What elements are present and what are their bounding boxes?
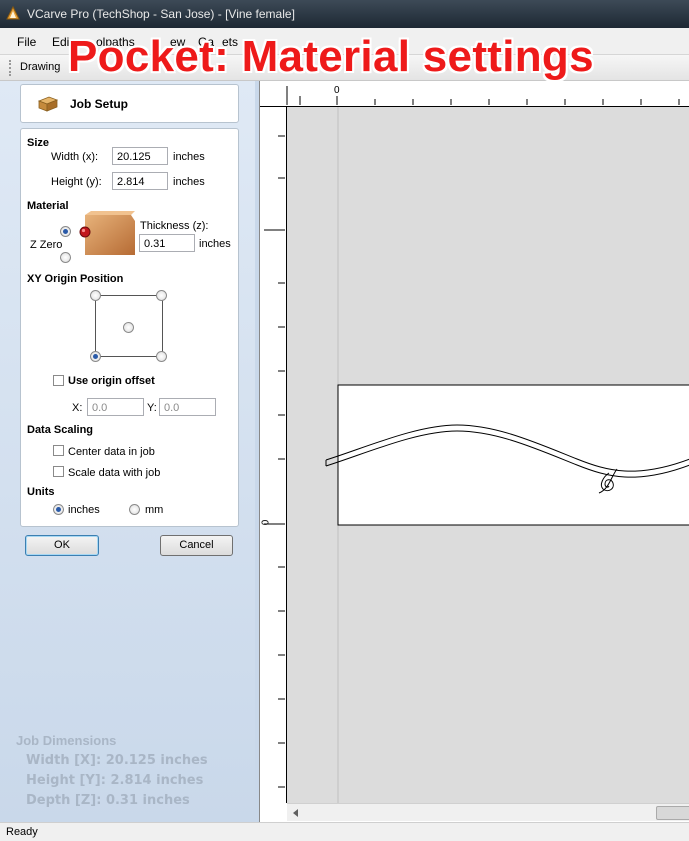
job-setup-header: Job Setup xyxy=(20,84,239,123)
data-scaling-heading: Data Scaling xyxy=(27,424,94,436)
toolbar-grip[interactable] xyxy=(9,60,13,76)
scale-data-label: Scale data with job xyxy=(68,467,161,479)
thickness-label: Thickness (z): xyxy=(140,220,209,232)
z-zero-top-radio[interactable] xyxy=(60,226,71,237)
xy-origin-heading: XY Origin Position xyxy=(27,273,124,285)
origin-bottom-right-radio[interactable] xyxy=(156,351,167,362)
job-setup-panel: Job Setup Size Width (x): 20.125 inches … xyxy=(0,81,255,822)
ruler-top-zero: 0 xyxy=(334,85,340,96)
height-label: Height (y): xyxy=(51,176,102,188)
job-setup-form: Size Width (x): 20.125 inches Height (y)… xyxy=(20,128,239,527)
size-heading: Size xyxy=(27,137,50,149)
job-dimension-height: Height [Y]: 2.814 inches xyxy=(26,773,204,788)
height-input[interactable]: 2.814 xyxy=(112,172,168,190)
material-block-icon xyxy=(37,96,59,112)
menu-edit[interactable]: Edi xyxy=(52,35,69,49)
height-units: inches xyxy=(173,176,205,188)
use-origin-offset-checkbox[interactable] xyxy=(53,375,64,386)
scroll-left-arrow-icon[interactable] xyxy=(291,808,301,818)
origin-bottom-left-radio[interactable] xyxy=(90,351,101,362)
thickness-input[interactable]: 0.31 xyxy=(139,234,195,252)
drawing-view: 0 0 xyxy=(259,81,689,822)
job-dimensions-title: Job Dimensions xyxy=(16,733,117,748)
width-units: inches xyxy=(173,151,205,163)
units-inches-radio[interactable] xyxy=(53,504,64,515)
origin-center-radio[interactable] xyxy=(123,322,134,333)
drawing-canvas[interactable] xyxy=(287,107,689,803)
scroll-thumb[interactable] xyxy=(656,806,689,820)
units-mm-radio[interactable] xyxy=(129,504,140,515)
title-bar: VCarve Pro (TechShop - San Jose) - [Vine… xyxy=(0,0,689,28)
job-dimension-depth: Depth [Z]: 0.31 inches xyxy=(26,793,190,808)
material-heading: Material xyxy=(27,200,69,212)
ruler-vertical-ticks xyxy=(264,135,285,788)
ruler-vertical: 0 xyxy=(260,107,287,803)
units-heading: Units xyxy=(27,486,55,498)
scale-data-checkbox[interactable] xyxy=(53,466,64,477)
units-inches-label: inches xyxy=(68,504,100,516)
offset-x-input[interactable]: 0.0 xyxy=(87,398,144,416)
menu-file[interactable]: File xyxy=(17,35,36,49)
cancel-button[interactable]: Cancel xyxy=(160,535,233,556)
overlay-caption: Pocket: Material settings xyxy=(68,32,594,81)
ok-button[interactable]: OK xyxy=(25,535,99,556)
ruler-horizontal: 0 xyxy=(260,81,689,107)
units-mm-label: mm xyxy=(145,504,164,516)
material-block-icon xyxy=(79,211,135,255)
vcarve-app-icon[interactable] xyxy=(6,6,20,20)
z-zero-bottom-radio[interactable] xyxy=(60,252,71,263)
status-bar: Ready xyxy=(0,822,689,841)
status-text: Ready xyxy=(6,826,38,838)
thickness-units: inches xyxy=(199,238,231,250)
ruler-left-zero: 0 xyxy=(260,519,272,526)
origin-top-left-radio[interactable] xyxy=(90,290,101,301)
job-setup-title: Job Setup xyxy=(70,97,129,111)
tab-drawing[interactable]: Drawing xyxy=(20,61,60,73)
origin-top-right-radio[interactable] xyxy=(156,290,167,301)
job-dimension-width: Width [X]: 20.125 inches xyxy=(26,753,208,768)
width-label: Width (x): xyxy=(51,151,99,163)
ruler-horizontal-ticks xyxy=(286,86,680,105)
center-data-checkbox[interactable] xyxy=(53,445,64,456)
window-title: VCarve Pro (TechShop - San Jose) - [Vine… xyxy=(27,7,295,21)
offset-x-label: X: xyxy=(72,402,83,414)
z-zero-label: Z Zero xyxy=(30,239,63,251)
offset-y-label: Y: xyxy=(147,402,157,414)
use-origin-offset-label: Use origin offset xyxy=(68,375,155,387)
center-data-label: Center data in job xyxy=(68,446,155,458)
horizontal-scrollbar[interactable] xyxy=(287,803,689,821)
drawing-content xyxy=(325,107,689,803)
offset-y-input[interactable]: 0.0 xyxy=(159,398,216,416)
width-input[interactable]: 20.125 xyxy=(112,147,168,165)
